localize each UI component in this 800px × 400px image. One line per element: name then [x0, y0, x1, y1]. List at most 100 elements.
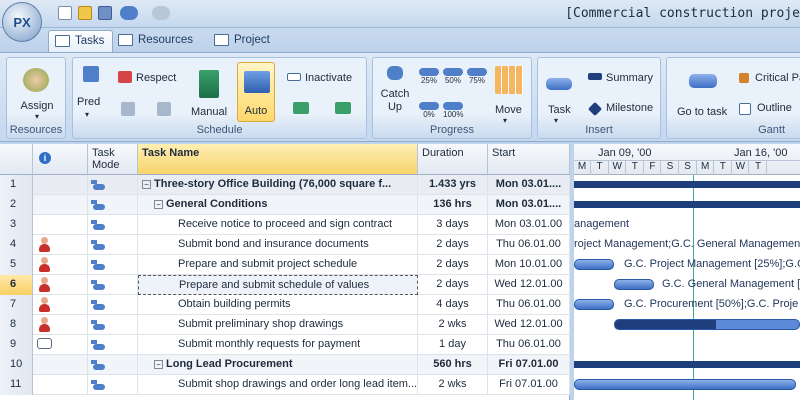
- start-cell[interactable]: Mon 03.01....: [488, 175, 570, 195]
- row-number[interactable]: 6: [0, 275, 33, 295]
- respect-button[interactable]: Respect: [136, 72, 176, 84]
- table-row[interactable]: 2− General Conditions 136 hrs Mon 03.01....: [0, 195, 570, 215]
- progress-25-button[interactable]: 25%: [419, 68, 439, 85]
- task-mode-cell[interactable]: [88, 175, 138, 195]
- gantt-task-bar[interactable]: [614, 319, 800, 330]
- task-name-cell[interactable]: Submit bond and insurance documents: [138, 235, 418, 255]
- row-number[interactable]: 2: [0, 195, 33, 215]
- gantt-summary-bar[interactable]: [574, 181, 800, 188]
- start-cell[interactable]: Thu 06.01.00: [488, 335, 570, 355]
- duration-cell[interactable]: 2 days: [418, 255, 488, 275]
- task-name-cell[interactable]: Receive notice to proceed and sign contr…: [138, 215, 418, 235]
- new-file-icon[interactable]: [58, 6, 72, 20]
- start-cell[interactable]: Mon 03.01.00: [488, 215, 570, 235]
- table-row[interactable]: 1 − Three-story Office Building (76,000 sq…: [0, 175, 570, 195]
- tab-resources[interactable]: Resources: [112, 30, 201, 52]
- task-mode-cell[interactable]: [88, 295, 138, 315]
- row-number[interactable]: 11: [0, 375, 33, 395]
- redo-icon[interactable]: [152, 6, 170, 20]
- duration-cell[interactable]: 4 days: [418, 295, 488, 315]
- start-cell[interactable]: Fri 07.01.00: [488, 375, 570, 395]
- progress-50-button[interactable]: 50%: [443, 68, 463, 85]
- pred-button[interactable]: Pred: [77, 96, 100, 108]
- tab-tasks[interactable]: Tasks: [48, 30, 114, 52]
- go-to-task-button[interactable]: Go to task: [677, 106, 727, 118]
- task-name-cell[interactable]: − Long Lead Procurement: [138, 355, 418, 375]
- outline-button[interactable]: Outline: [757, 102, 792, 114]
- row-number[interactable]: 7: [0, 295, 33, 315]
- manual-button[interactable]: Manual: [191, 106, 227, 118]
- duration-cell[interactable]: 3 days: [418, 215, 488, 235]
- inactivate-button[interactable]: Inactivate: [305, 72, 352, 84]
- undo-icon[interactable]: [120, 6, 138, 20]
- move-right-icon[interactable]: [335, 102, 351, 114]
- task-button[interactable]: Task: [548, 104, 571, 116]
- row-number[interactable]: 4: [0, 235, 33, 255]
- duration-cell[interactable]: 2 wks: [418, 375, 488, 395]
- task-name-cell[interactable]: Prepare and submit schedule of values: [138, 275, 418, 295]
- auto-button[interactable]: Auto: [237, 62, 275, 122]
- task-mode-cell[interactable]: [88, 275, 138, 295]
- row-number[interactable]: 1: [0, 175, 33, 195]
- summary-button[interactable]: Summary: [606, 72, 653, 84]
- progress-0-button[interactable]: 0%: [419, 102, 439, 119]
- duration-cell[interactable]: 2 days: [418, 235, 488, 255]
- start-header[interactable]: Start: [488, 144, 570, 175]
- collapse-icon[interactable]: −: [154, 359, 163, 369]
- catch-up-button[interactable]: Catch Up: [377, 88, 413, 114]
- critical-path-button[interactable]: Critical Pa: [755, 72, 800, 84]
- task-mode-cell[interactable]: [88, 355, 138, 375]
- task-name-cell[interactable]: Submit monthly requests for payment: [138, 335, 418, 355]
- row-number[interactable]: 8: [0, 315, 33, 335]
- task-mode-cell[interactable]: [88, 235, 138, 255]
- move-left-icon[interactable]: [293, 102, 309, 114]
- duration-cell[interactable]: 2 wks: [418, 315, 488, 335]
- start-cell[interactable]: Thu 06.01.00: [488, 295, 570, 315]
- row-number[interactable]: 9: [0, 335, 33, 355]
- save-icon[interactable]: [98, 6, 112, 20]
- row-number[interactable]: 10: [0, 355, 33, 375]
- task-mode-cell[interactable]: [88, 335, 138, 355]
- row-number[interactable]: 5: [0, 255, 33, 275]
- gantt-task-bar[interactable]: [614, 279, 654, 290]
- table-row[interactable]: 4 Submit bond and insurance documents 2 da…: [0, 235, 570, 255]
- duration-cell[interactable]: 136 hrs: [418, 195, 488, 215]
- table-row[interactable]: 9 Submit monthly requests for payment 1 da…: [0, 335, 570, 355]
- gantt-task-bar[interactable]: [574, 299, 614, 310]
- link-icon[interactable]: [121, 102, 135, 116]
- table-row[interactable]: 3 Receive notice to proceed and sign cont…: [0, 215, 570, 235]
- info-header[interactable]: i: [33, 144, 88, 175]
- duration-header[interactable]: Duration: [418, 144, 488, 175]
- task-mode-cell[interactable]: [88, 375, 138, 395]
- duration-cell[interactable]: 1 day: [418, 335, 488, 355]
- table-row[interactable]: 11 Submit shop drawings and order long le…: [0, 375, 570, 395]
- task-name-cell[interactable]: Obtain building permits: [138, 295, 418, 315]
- task-mode-cell[interactable]: [88, 195, 138, 215]
- milestone-button[interactable]: Milestone: [606, 102, 653, 114]
- task-name-cell[interactable]: Submit preliminary shop drawings: [138, 315, 418, 335]
- move-button[interactable]: Move: [495, 104, 522, 116]
- application-menu-button[interactable]: PX: [2, 2, 42, 42]
- start-cell[interactable]: Thu 06.01.00: [488, 235, 570, 255]
- task-mode-cell[interactable]: [88, 315, 138, 335]
- table-row[interactable]: 7 Obtain building permits 4 days Thu 06.01.…: [0, 295, 570, 315]
- progress-75-button[interactable]: 75%: [467, 68, 487, 85]
- duration-cell[interactable]: 560 hrs: [418, 355, 488, 375]
- task-name-cell[interactable]: − Three-story Office Building (76,000 squ…: [138, 175, 418, 195]
- task-mode-cell[interactable]: [88, 255, 138, 275]
- table-row[interactable]: 10− Long Lead Procurement 560 hrs Fri 07.01…: [0, 355, 570, 375]
- task-name-cell[interactable]: Submit shop drawings and order long lead…: [138, 375, 418, 395]
- note-icon[interactable]: [37, 338, 52, 349]
- collapse-icon[interactable]: −: [154, 199, 163, 209]
- gantt-summary-bar[interactable]: [574, 361, 800, 368]
- duration-cell[interactable]: 1.433 yrs: [418, 175, 488, 195]
- gantt-summary-bar[interactable]: [574, 201, 800, 208]
- task-name-header[interactable]: Task Name: [138, 144, 418, 175]
- task-mode-cell[interactable]: [88, 215, 138, 235]
- row-number-header[interactable]: [0, 144, 33, 175]
- progress-100-button[interactable]: 100%: [443, 102, 463, 119]
- start-cell[interactable]: Mon 10.01.00: [488, 255, 570, 275]
- tab-project[interactable]: Project: [208, 30, 278, 52]
- table-row[interactable]: 6 Prepare and submit schedule of values 2 …: [0, 275, 570, 295]
- row-number[interactable]: 3: [0, 215, 33, 235]
